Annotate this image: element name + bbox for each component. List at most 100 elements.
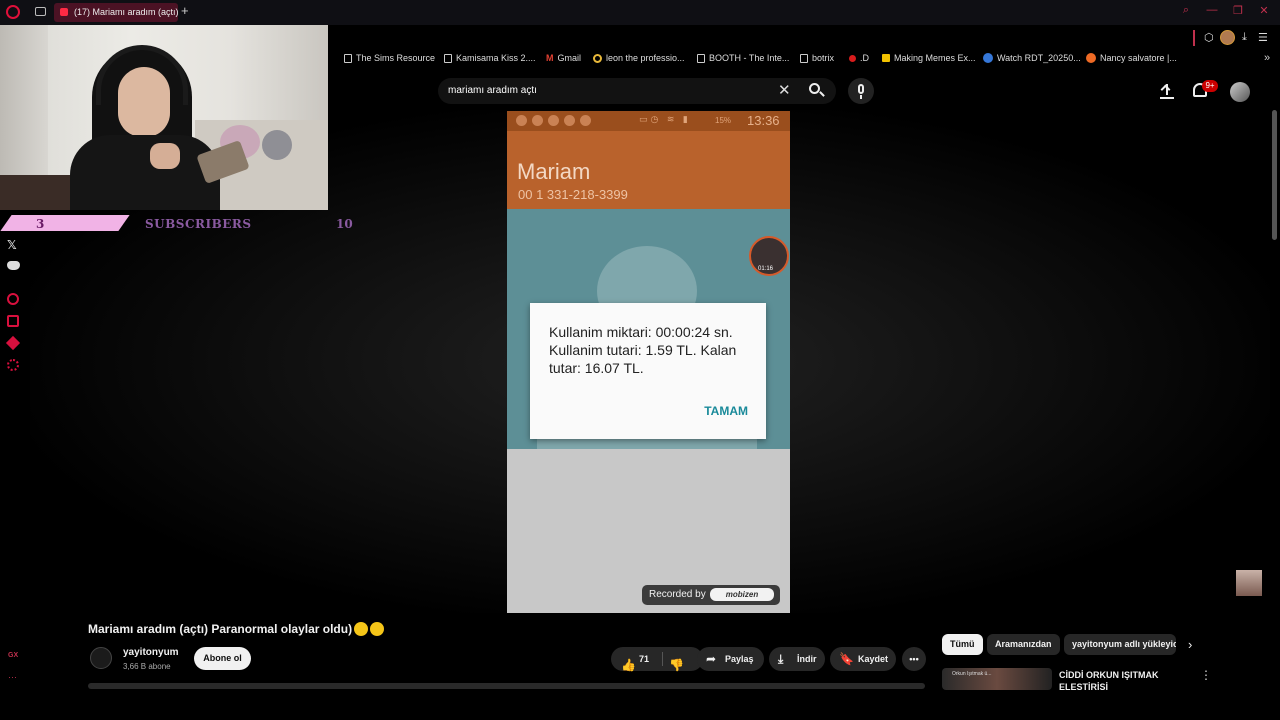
account-avatar[interactable]: [1230, 82, 1250, 102]
webcam-overlay: [0, 25, 328, 210]
bookmark-item[interactable]: Watch RDT_20250...: [983, 53, 1081, 63]
share-button[interactable]: ➦ Paylaş: [697, 647, 764, 671]
call-bubble-avatar: 01:16: [749, 236, 789, 276]
youtube-favicon-icon: [60, 8, 68, 16]
chip-all[interactable]: Tümü: [942, 634, 983, 655]
video-title: Mariamı aradım (açtı) Paranormal olaylar…: [88, 622, 385, 636]
extensions-icon[interactable]: ⬡: [1204, 31, 1214, 44]
bookmark-item[interactable]: Nancy salvatore |...: [1086, 53, 1177, 63]
channel-name[interactable]: yayitonyum: [123, 647, 179, 658]
download-arrow-icon: ⤓: [778, 652, 784, 666]
phone-screen-video: ▭◷ ≋ ▮ 15% 13:36 Mariam 00 1 331-218-339…: [507, 111, 790, 613]
bookmark-item[interactable]: leon the professio...: [593, 53, 685, 63]
channel-avatar[interactable]: [90, 647, 112, 669]
bookmark-item[interactable]: M Gmail: [546, 53, 581, 63]
bookmark-item[interactable]: .D: [849, 53, 869, 63]
like-count[interactable]: 71: [639, 647, 649, 671]
bag-sidebar-icon[interactable]: [7, 315, 19, 327]
gmail-icon: M: [546, 53, 554, 63]
microphone-icon: [858, 84, 864, 94]
menu-icon[interactable]: ☰: [1258, 31, 1268, 44]
upload-icon[interactable]: [1160, 82, 1176, 100]
taskbar-area: [0, 690, 1280, 720]
battery-level: 15%: [715, 116, 732, 125]
goal-current: 3: [36, 217, 45, 231]
mini-thumbnail[interactable]: [1236, 570, 1262, 596]
sidebar-more-icon[interactable]: ···: [8, 672, 17, 682]
bookmark-item[interactable]: botrix: [800, 53, 834, 63]
opera-sidebar-icon[interactable]: [7, 293, 19, 305]
system-icons: ▭◷ ≋ ▮: [639, 114, 691, 124]
settings-sidebar-icon[interactable]: [7, 359, 19, 371]
search-input[interactable]: mariamı aradım açtı: [448, 85, 537, 96]
dialog-ok-button: TAMAM: [704, 404, 748, 418]
phone-status-bar: ▭◷ ≋ ▮ 15% 13:36: [507, 111, 790, 131]
red-dot-icon: [849, 54, 856, 62]
save-button[interactable]: 🔖 Kaydet: [830, 647, 896, 671]
goal-target: 10: [336, 217, 353, 231]
description-box[interactable]: [88, 683, 925, 689]
new-tab-button[interactable]: +: [181, 3, 189, 18]
bookmark-item[interactable]: The Sims Resource: [344, 53, 435, 63]
search-box[interactable]: mariamı aradım açtı ✕: [438, 78, 836, 104]
mobizen-logo: mobizen: [710, 588, 774, 601]
orange-icon: [1086, 53, 1096, 63]
diamond-sidebar-icon[interactable]: [5, 335, 21, 351]
page-icon: [697, 53, 705, 63]
dislike-icon[interactable]: 👎: [669, 653, 684, 677]
voice-search-button[interactable]: [848, 78, 874, 104]
browser-tab-bar: (17) Mariamı aradım (açtı) + ⌕ — ❐ ✕: [0, 0, 1280, 25]
bookmarks-more-button[interactable]: »: [1264, 52, 1270, 64]
discord-icon[interactable]: [7, 261, 20, 270]
like-dislike-group: 👍 71 👎: [611, 647, 703, 672]
maximize-button[interactable]: ❐: [1232, 4, 1244, 17]
browser-toolbar-right: ⬡ ⤓ ☰: [1190, 28, 1280, 48]
bookmark-item[interactable]: Kamisama Kiss 2....: [444, 53, 536, 63]
usage-dialog: Kullanim miktari: 00:00:24 sn. Kullanim …: [530, 303, 766, 439]
gamepad-icon[interactable]: [35, 7, 46, 16]
call-header: Mariam 00 1 331-218-3399: [507, 131, 790, 209]
page-icon: [800, 53, 808, 63]
goal-label: SUBSCRIBERS: [145, 217, 252, 231]
subscriber-goal-bar: 3 SUBSCRIBERS 10: [0, 215, 360, 233]
search-tabs-icon[interactable]: ⌕: [1180, 4, 1192, 17]
close-window-button[interactable]: ✕: [1258, 4, 1270, 17]
x-twitter-icon[interactable]: 𝕏: [7, 238, 19, 252]
clear-search-icon[interactable]: ✕: [778, 81, 791, 99]
like-icon[interactable]: 👍: [621, 653, 636, 677]
gx-label: GX: [8, 652, 19, 659]
bookmark-item[interactable]: Making Memes Ex...: [882, 53, 976, 63]
notification-badge: 9+: [1202, 80, 1218, 92]
page-scrollbar[interactable]: [1272, 110, 1277, 240]
chip-from-uploader[interactable]: yayitonyum adlı yükleyici: [1064, 634, 1176, 655]
bookmark-icon: 🔖: [839, 652, 854, 666]
active-tab[interactable]: (17) Mariamı aradım (açtı): [54, 3, 179, 22]
dialog-message: Kullanim miktari: 00:00:24 sn. Kullanim …: [549, 324, 737, 376]
call-bubble-time: 01:16: [758, 266, 774, 272]
recorder-watermark: Recorded by mobizen: [642, 585, 780, 605]
bookmark-item[interactable]: BOOTH - The Inte...: [697, 53, 789, 63]
chip-from-search[interactable]: Aramanızdan: [987, 634, 1060, 655]
search-button[interactable]: [806, 80, 826, 100]
download-button[interactable]: ⤓ İndir: [769, 647, 825, 671]
recommended-video-title[interactable]: CİDDİ ORKUN IŞITMAK ELEŞTİRİSİ: [1059, 669, 1189, 691]
headset-icon: [96, 45, 188, 105]
scream-emoji-icon: [370, 622, 385, 636]
chevron-right-icon[interactable]: ›: [1188, 637, 1192, 652]
z-icon: [882, 54, 890, 62]
download-icon[interactable]: ⤓: [1242, 31, 1247, 44]
phone-clock: 13:36: [747, 113, 780, 128]
browser-profile-avatar[interactable]: [1220, 30, 1235, 45]
more-actions-button[interactable]: •••: [902, 647, 926, 671]
bookmarks-bar: The Sims Resource Kamisama Kiss 2.... MG…: [330, 51, 1280, 69]
tab-title: (17) Mariamı aradım (açtı): [74, 7, 179, 17]
minimize-button[interactable]: —: [1206, 4, 1218, 17]
contact-number: 00 1 331-218-3399: [518, 187, 628, 202]
opera-logo-icon[interactable]: [6, 5, 20, 19]
share-icon: ➦: [706, 652, 717, 666]
recorded-by-label: Recorded by: [649, 589, 706, 600]
recommended-menu-icon[interactable]: ⋮: [1200, 668, 1212, 682]
goal-progress-fill: [0, 215, 130, 231]
recommended-video-thumbnail[interactable]: Orkun Işıtmak ü...: [942, 668, 1052, 690]
subscribe-button[interactable]: Abone ol: [194, 647, 251, 670]
